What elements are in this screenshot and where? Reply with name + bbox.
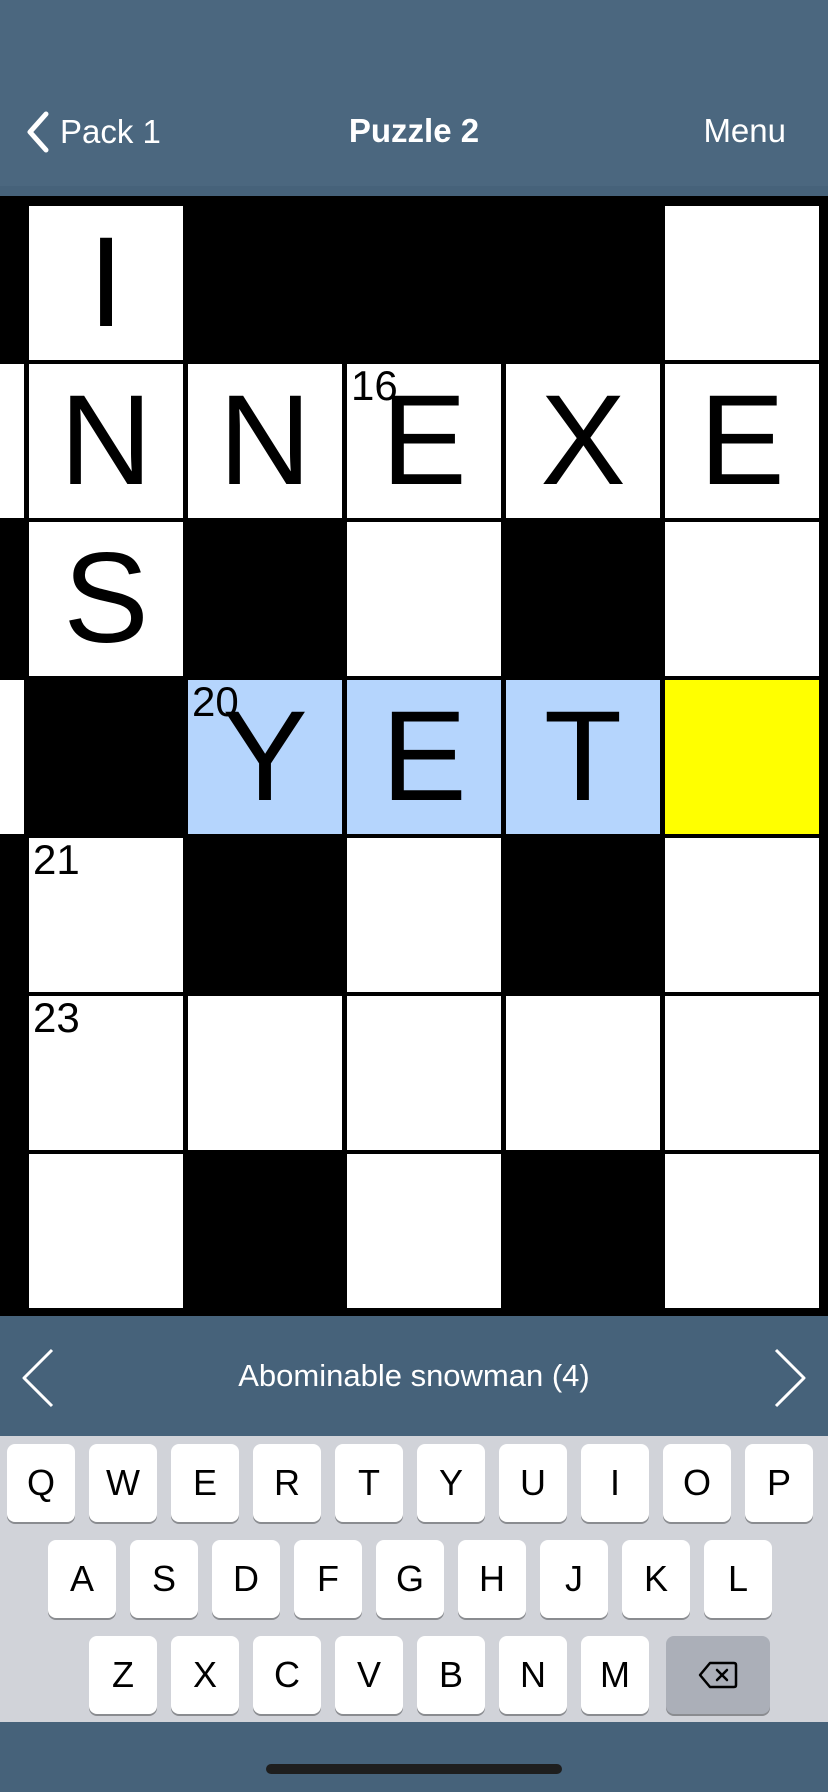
key-s[interactable]: S xyxy=(130,1540,198,1618)
grid-cell-black xyxy=(506,1154,660,1308)
grid-cell-black xyxy=(0,838,24,992)
key-w[interactable]: W xyxy=(89,1444,157,1522)
key-v[interactable]: V xyxy=(335,1636,403,1714)
grid-cell-black xyxy=(0,522,24,676)
grid-cell[interactable] xyxy=(0,364,24,518)
grid-cell[interactable] xyxy=(665,1154,819,1308)
navigation-bar: Pack 1 Puzzle 2 Menu xyxy=(0,0,828,186)
grid-cell[interactable] xyxy=(347,996,501,1150)
grid-cell[interactable]: 16 E xyxy=(347,364,501,518)
grid-cell[interactable]: E xyxy=(347,680,501,834)
grid-cell-black xyxy=(188,206,342,360)
key-f[interactable]: F xyxy=(294,1540,362,1618)
key-l[interactable]: L xyxy=(704,1540,772,1618)
key-y[interactable]: Y xyxy=(417,1444,485,1522)
key-t[interactable]: T xyxy=(335,1444,403,1522)
grid-cell[interactable]: X xyxy=(506,364,660,518)
key-h[interactable]: H xyxy=(458,1540,526,1618)
key-m[interactable]: M xyxy=(581,1636,649,1714)
grid-cell[interactable]: N xyxy=(29,364,183,518)
grid-cell[interactable] xyxy=(347,522,501,676)
key-g[interactable]: G xyxy=(376,1540,444,1618)
key-p[interactable]: P xyxy=(745,1444,813,1522)
grid-cell[interactable] xyxy=(665,206,819,360)
cell-letter: Y xyxy=(222,685,308,828)
grid-cell-black xyxy=(506,522,660,676)
key-d[interactable]: D xyxy=(212,1540,280,1618)
grid-cell-black xyxy=(506,838,660,992)
grid-cell[interactable] xyxy=(188,996,342,1150)
cell-letter: E xyxy=(699,369,785,512)
cell-letter: X xyxy=(540,369,626,512)
grid-cell[interactable]: E xyxy=(665,364,819,518)
chevron-left-icon[interactable] xyxy=(18,1346,58,1410)
grid-cell-black xyxy=(0,996,24,1150)
cell-number: 21 xyxy=(33,836,80,883)
clue-text: Abominable snowman (4) xyxy=(238,1358,590,1393)
key-o[interactable]: O xyxy=(663,1444,731,1522)
grid-cell[interactable] xyxy=(665,996,819,1150)
grid-cell-black xyxy=(0,1154,24,1308)
bottom-bar xyxy=(0,1722,828,1792)
key-c[interactable]: C xyxy=(253,1636,321,1714)
key-j[interactable]: J xyxy=(540,1540,608,1618)
key-b[interactable]: B xyxy=(417,1636,485,1714)
grid-cell[interactable]: T xyxy=(506,680,660,834)
grid-cell[interactable]: S xyxy=(29,522,183,676)
key-u[interactable]: U xyxy=(499,1444,567,1522)
cell-letter: S xyxy=(63,527,149,670)
grid-cell[interactable]: I xyxy=(29,206,183,360)
grid-cell-selected[interactable] xyxy=(665,680,819,834)
key-r[interactable]: R xyxy=(253,1444,321,1522)
grid-cell-black xyxy=(0,206,24,360)
grid-cell[interactable] xyxy=(347,1154,501,1308)
grid-cell-black xyxy=(188,838,342,992)
chevron-right-icon[interactable] xyxy=(770,1346,810,1410)
menu-button[interactable]: Menu xyxy=(703,112,786,150)
key-e[interactable]: E xyxy=(171,1444,239,1522)
grid-cell[interactable] xyxy=(347,838,501,992)
clue-bar: Abominable snowman (4) xyxy=(0,1316,828,1436)
key-q[interactable]: Q xyxy=(7,1444,75,1522)
cell-letter: N xyxy=(218,369,312,512)
grid-cell[interactable]: N xyxy=(188,364,342,518)
grid-cell-black xyxy=(506,206,660,360)
grid-cell[interactable]: 23 xyxy=(29,996,183,1150)
key-x[interactable]: X xyxy=(171,1636,239,1714)
keyboard: QWERTYUIOP ASDFGHJKL ZXCVBNM xyxy=(0,1436,828,1722)
backspace-key[interactable] xyxy=(666,1636,770,1714)
key-a[interactable]: A xyxy=(48,1540,116,1618)
grid-cell[interactable] xyxy=(665,838,819,992)
cell-letter: E xyxy=(381,685,467,828)
crossword-grid: I N N 16 E X E S 20 Y E T 21 23 xyxy=(0,196,828,1316)
backspace-icon xyxy=(698,1661,738,1689)
grid-cell[interactable] xyxy=(665,522,819,676)
grid-cell-black xyxy=(29,680,183,834)
home-indicator[interactable] xyxy=(266,1764,562,1774)
cell-letter: T xyxy=(543,685,623,828)
cell-letter: N xyxy=(59,369,153,512)
grid-cell-black xyxy=(188,522,342,676)
grid-cell-black xyxy=(347,206,501,360)
grid-cell[interactable]: 20 Y xyxy=(188,680,342,834)
key-i[interactable]: I xyxy=(581,1444,649,1522)
key-n[interactable]: N xyxy=(499,1636,567,1714)
key-z[interactable]: Z xyxy=(89,1636,157,1714)
grid-cell[interactable] xyxy=(0,680,24,834)
grid-cell[interactable] xyxy=(29,1154,183,1308)
cell-letter: E xyxy=(381,369,467,512)
grid-cell[interactable] xyxy=(506,996,660,1150)
grid-cell-black xyxy=(188,1154,342,1308)
cell-letter: I xyxy=(88,211,124,354)
cell-number: 23 xyxy=(33,994,80,1041)
grid-cell[interactable]: 21 xyxy=(29,838,183,992)
key-k[interactable]: K xyxy=(622,1540,690,1618)
